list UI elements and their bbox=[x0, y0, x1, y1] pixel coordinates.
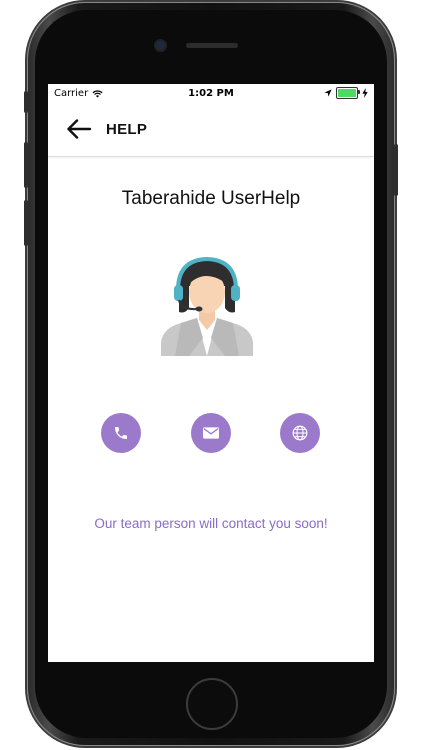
globe-icon bbox=[292, 425, 308, 441]
battery-fill bbox=[338, 89, 356, 97]
power-button bbox=[394, 144, 398, 196]
arrow-left-icon bbox=[67, 119, 92, 139]
volume-down-button bbox=[24, 200, 28, 246]
support-agent-headset-icon bbox=[161, 256, 253, 356]
envelope-icon bbox=[203, 427, 219, 439]
app-screen: Carrier 1:02 PM HELP Taberahide UserHelp… bbox=[48, 84, 374, 662]
app-store-screenshot: Carrier 1:02 PM HELP Taberahide UserHelp… bbox=[0, 0, 422, 750]
volume-up-button bbox=[24, 142, 28, 188]
battery-icon bbox=[336, 87, 360, 99]
email-button[interactable] bbox=[191, 413, 231, 453]
contact-message: Our team person will contact you soon! bbox=[94, 516, 328, 531]
battery-tip bbox=[358, 90, 360, 94]
website-button[interactable] bbox=[280, 413, 320, 453]
status-bar: Carrier 1:02 PM bbox=[48, 84, 374, 104]
mute-switch bbox=[24, 91, 28, 113]
back-button[interactable] bbox=[66, 118, 94, 142]
page-title: Taberahide UserHelp bbox=[121, 188, 301, 209]
nav-title: HELP bbox=[106, 121, 148, 138]
front-camera bbox=[156, 41, 165, 50]
charging-bolt-icon bbox=[362, 88, 368, 98]
contact-actions bbox=[48, 413, 374, 453]
navigation-bar: HELP bbox=[48, 104, 374, 157]
home-button[interactable] bbox=[186, 678, 238, 730]
location-arrow-icon bbox=[324, 89, 332, 97]
status-right-group bbox=[324, 87, 368, 99]
phone-button[interactable] bbox=[101, 413, 141, 453]
phone-icon bbox=[115, 427, 127, 439]
earpiece-speaker bbox=[186, 43, 238, 48]
